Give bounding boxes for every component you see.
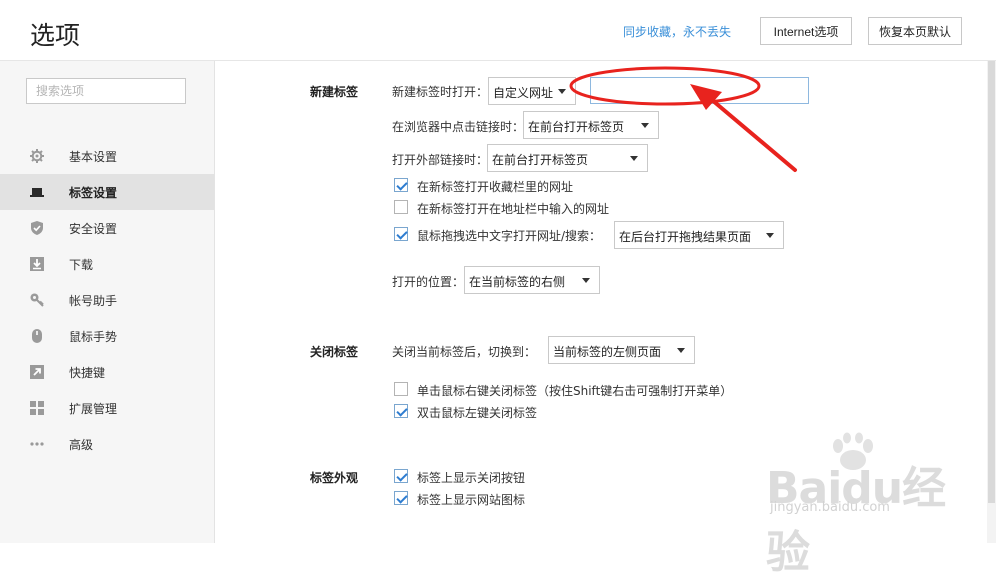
sidebar-item-download[interactable]: 下载 (0, 246, 214, 282)
sidebar-item-tabs[interactable]: 标签设置 (0, 174, 214, 210)
sidebar-item-shortcuts[interactable]: 快捷键 (0, 354, 214, 390)
chevron-down-icon (558, 89, 566, 94)
checkbox-label: 在新标签打开收藏栏里的网址 (417, 180, 574, 194)
click-link-label: 在浏览器中点击链接时： (392, 120, 525, 134)
sidebar-item-label: 高级 (69, 438, 94, 452)
checkbox-label: 标签上显示关闭按钮 (417, 471, 526, 485)
more-icon (30, 442, 44, 446)
select-value: 在前台打开标签页 (528, 120, 625, 134)
section-title-new-tab: 新建标签 (310, 85, 359, 99)
sidebar-item-security[interactable]: 安全设置 (0, 210, 214, 246)
sidebar-item-label: 鼠标手势 (69, 330, 118, 344)
watermark-url: jingyan.baidu.com (770, 500, 890, 515)
new-tab-open-select[interactable]: 自定义网址 (488, 77, 576, 105)
checkbox-label: 标签上显示网站图标 (417, 493, 526, 507)
checkbox-box[interactable] (394, 178, 408, 192)
key-icon (30, 293, 44, 307)
checkbox-label: 鼠标拖拽选中文字打开网址/搜索： (417, 229, 602, 243)
checkbox-box[interactable] (394, 382, 408, 396)
drag-result-select[interactable]: 在后台打开拖拽结果页面 (614, 221, 784, 249)
select-value: 在前台打开标签页 (492, 153, 589, 167)
download-icon (30, 257, 44, 271)
open-position-label: 打开的位置： (392, 275, 465, 289)
scrollbar[interactable] (987, 61, 996, 543)
sync-link[interactable]: 同步收藏，永不丢失 (623, 23, 731, 40)
chevron-down-icon (766, 233, 774, 238)
restore-defaults-button[interactable]: 恢复本页默认 (868, 17, 962, 45)
chevron-down-icon (630, 156, 638, 161)
select-value: 在当前标签的右侧 (469, 275, 566, 289)
baidu-watermark: Baidu经验 jingyan.baidu.com (758, 432, 978, 578)
search-input[interactable] (26, 78, 186, 104)
external-link-select[interactable]: 在前台打开标签页 (487, 144, 648, 172)
chevron-down-icon (582, 278, 590, 283)
watermark-brand: Baidu经验 (766, 463, 946, 578)
annotation-arrow-shaft (710, 98, 797, 172)
open-label: 新建标签时打开： (392, 85, 489, 99)
extensions-icon (30, 401, 44, 415)
scrollbar-thumb[interactable] (988, 61, 995, 503)
sidebar-item-label: 帐号助手 (69, 294, 118, 308)
shield-icon (31, 221, 43, 235)
external-link-label: 打开外部链接时： (392, 153, 489, 167)
sidebar-item-account[interactable]: 帐号助手 (0, 282, 214, 318)
click-link-select[interactable]: 在前台打开标签页 (523, 111, 659, 139)
sidebar-item-extensions[interactable]: 扩展管理 (0, 390, 214, 426)
sidebar-item-label: 基本设置 (69, 150, 118, 164)
sidebar-item-label: 下载 (69, 258, 94, 272)
sidebar-item-basic[interactable]: 基本设置 (0, 138, 214, 174)
sidebar-item-label: 安全设置 (69, 222, 118, 236)
tab-icon (30, 188, 44, 197)
section-title-tab-appearance: 标签外观 (310, 471, 359, 485)
sidebar-item-label: 扩展管理 (69, 402, 118, 416)
sidebar-item-label: 快捷键 (69, 366, 106, 380)
select-value: 当前标签的左侧页面 (553, 345, 662, 359)
section-title-close-tab: 关闭标签 (310, 345, 359, 359)
gear-icon (30, 149, 44, 163)
checkbox-box[interactable] (394, 491, 408, 505)
checkbox-label: 单击鼠标右键关闭标签（按住Shift键右击可强制打开菜单） (417, 384, 733, 398)
custom-url-input[interactable] (590, 77, 809, 104)
after-close-label: 关闭当前标签后，切换到： (392, 345, 537, 359)
select-value: 在后台打开拖拽结果页面 (619, 230, 752, 244)
sidebar-item-advanced[interactable]: 高级 (0, 426, 214, 462)
sidebar-item-label: 标签设置 (69, 186, 118, 200)
chevron-down-icon (677, 348, 685, 353)
internet-options-button[interactable]: Internet选项 (760, 17, 852, 45)
after-close-select[interactable]: 当前标签的左侧页面 (548, 336, 695, 364)
chevron-down-icon (641, 123, 649, 128)
checkbox-box[interactable] (394, 200, 408, 214)
checkbox-box[interactable] (394, 469, 408, 483)
checkbox-box[interactable] (394, 227, 408, 241)
page-title: 选项 (30, 21, 81, 50)
checkbox-label: 双击鼠标左键关闭标签 (417, 406, 538, 420)
open-position-select[interactable]: 在当前标签的右侧 (464, 266, 600, 294)
sidebar: 基本设置 标签设置 安全设置 下载 帐号助手 (0, 61, 215, 543)
mouse-icon (32, 329, 42, 343)
shortcut-icon (30, 365, 44, 379)
checkbox-label: 在新标签打开在地址栏中输入的网址 (417, 202, 610, 216)
select-value: 自定义网址 (493, 86, 554, 100)
header-bar: 选项 同步收藏，永不丢失 Internet选项 恢复本页默认 (0, 0, 996, 61)
checkbox-box[interactable] (394, 404, 408, 418)
sidebar-item-mouse-gesture[interactable]: 鼠标手势 (0, 318, 214, 354)
